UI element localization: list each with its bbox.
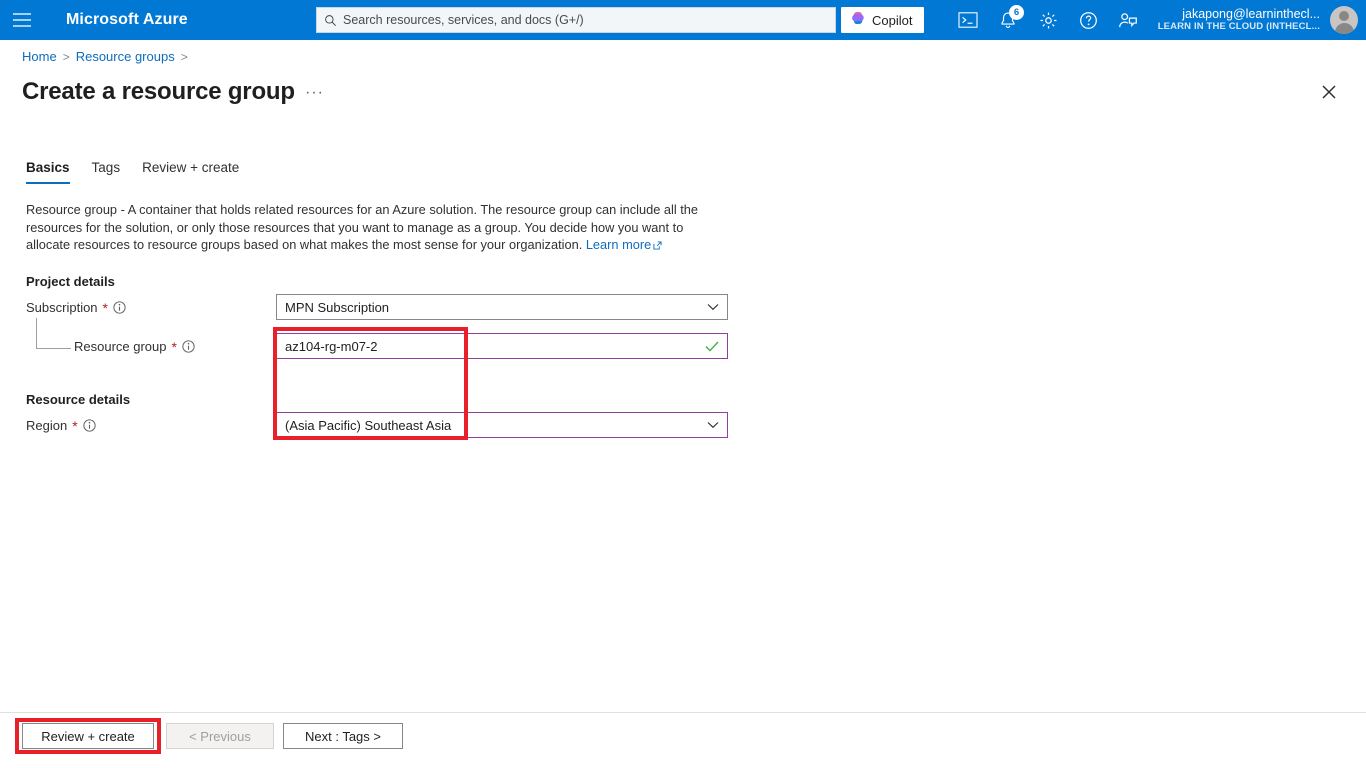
more-options-icon[interactable]: ··· [305,84,324,102]
previous-button: < Previous [166,723,274,749]
page-title: Create a resource group [22,78,295,105]
subscription-dropdown[interactable]: MPN Subscription [276,294,728,320]
required-indicator: * [171,338,177,355]
region-dropdown[interactable]: (Asia Pacific) Southeast Asia [276,412,728,438]
header-icon-group: 6 [948,0,1148,40]
chevron-down-icon [707,419,719,431]
breadcrumb-separator: > [180,49,188,64]
help-question-icon[interactable] [1068,0,1108,40]
settings-gear-icon[interactable] [1028,0,1068,40]
section-heading-resource-details: Resource details [26,392,131,407]
review-create-button[interactable]: Review + create [22,723,154,749]
account-tenant: LEARN IN THE CLOUD (INTHECL... [1157,20,1320,32]
notifications-icon[interactable]: 6 [988,0,1028,40]
global-search[interactable] [316,7,836,33]
notification-count-badge: 6 [1009,5,1024,20]
tab-basics[interactable]: Basics [26,160,70,184]
info-icon[interactable] [113,301,126,314]
wizard-tabs: Basics Tags Review + create [26,160,239,184]
learn-more-link[interactable]: Learn more [586,237,651,252]
search-icon [317,14,343,27]
external-link-icon [653,237,662,255]
breadcrumb-item-home[interactable]: Home [22,49,57,64]
feedback-person-icon[interactable] [1108,0,1148,40]
copilot-icon [850,10,866,31]
tab-review-create[interactable]: Review + create [142,160,239,184]
resource-group-input[interactable] [285,338,705,354]
subscription-label: Subscription * [26,300,126,315]
resource-group-label: Resource group * [74,339,195,354]
search-input[interactable] [343,13,835,27]
required-indicator: * [72,417,78,434]
azure-brand-label[interactable]: Microsoft Azure [66,11,188,29]
required-indicator: * [102,299,108,316]
breadcrumb-separator: > [62,49,70,64]
hamburger-menu-icon[interactable] [0,0,44,40]
copilot-label: Copilot [872,12,913,28]
breadcrumb-item-resource-groups[interactable]: Resource groups [76,49,175,64]
valid-check-icon [705,339,719,353]
description-lead: Resource group [26,202,118,217]
cloud-shell-icon[interactable] [948,0,988,40]
chevron-down-icon [707,301,719,313]
section-heading-project-details: Project details [26,274,115,289]
info-icon[interactable] [182,340,195,353]
region-value: (Asia Pacific) Southeast Asia [285,417,452,433]
close-icon[interactable] [1318,81,1340,103]
resource-group-field[interactable] [276,333,728,359]
copilot-button[interactable]: Copilot [841,7,925,33]
account-info[interactable]: jakapong@learninthecl... LEARN IN THE CL… [1158,0,1320,40]
tab-tags[interactable]: Tags [92,160,121,184]
field-tree-connector [36,318,71,349]
avatar[interactable] [1330,6,1358,34]
next-tags-button[interactable]: Next : Tags > [283,723,403,749]
account-email: jakapong@learninthecl... [1182,7,1320,22]
subscription-value: MPN Subscription [285,299,390,315]
info-icon[interactable] [83,419,96,432]
description-text: Resource group - A container that holds … [26,201,716,255]
breadcrumb: Home > Resource groups > [22,49,188,64]
footer-divider [0,712,1366,713]
region-label: Region * [26,418,96,433]
